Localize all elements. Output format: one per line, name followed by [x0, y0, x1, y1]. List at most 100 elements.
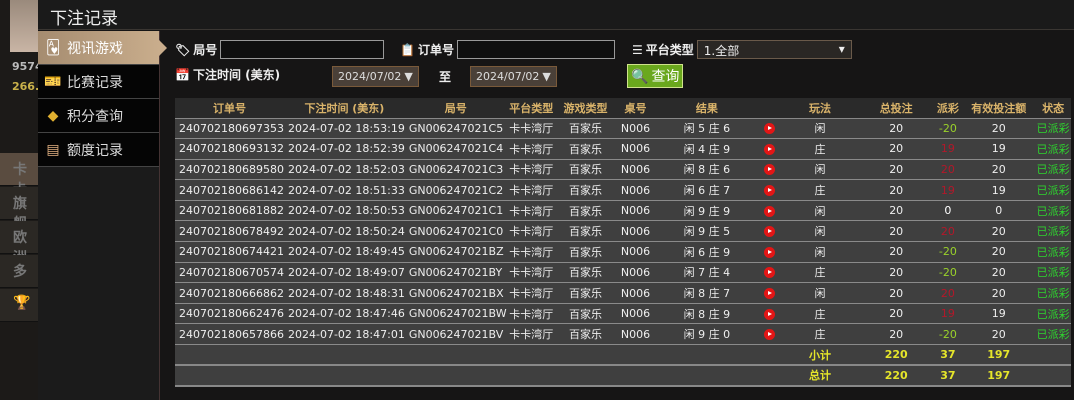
payout-cell: -20 — [933, 241, 963, 263]
cell: 庄 — [781, 323, 859, 346]
cell: 20 — [858, 220, 934, 243]
date-to: 2024/07/02 — [476, 70, 540, 83]
cell: 卡卡湾厅 — [506, 262, 556, 284]
cell: 卡卡湾厅 — [506, 159, 556, 181]
cell: 20 — [858, 118, 934, 140]
column-header: 桌号 — [615, 98, 656, 119]
subtotal-valid_bet: 197 — [962, 344, 1036, 367]
cell: 卡卡湾厅 — [506, 118, 556, 140]
caret-down-icon: ▼ — [542, 70, 551, 83]
cell: GN006247021C0 — [404, 220, 507, 243]
cell: 20 — [962, 262, 1036, 284]
sidebar-item-credit-records[interactable]: ▤ 额度记录 — [38, 133, 159, 167]
cell: GN006247021BZ — [404, 241, 507, 263]
cell: 19 — [962, 179, 1036, 201]
subtotal-label: 小计 — [781, 344, 859, 367]
cell: N006 — [615, 241, 656, 263]
play-video-icon[interactable] — [764, 205, 776, 217]
trophy-icon: 🏆 — [0, 289, 40, 322]
cell: 卡卡湾厅 — [506, 200, 556, 222]
status-cell: 已派彩 — [1035, 262, 1071, 284]
caret-down-icon: ▼ — [404, 70, 413, 83]
cell: 2024-07-02 18:47:46 — [283, 303, 405, 325]
play-video-icon[interactable] — [764, 226, 776, 238]
play-video-icon[interactable] — [764, 143, 776, 155]
bg-row: 卡卡 — [0, 153, 40, 198]
cell: 2024-07-02 18:49:07 — [283, 262, 405, 284]
cell: 2024-07-02 18:52:03 — [283, 159, 405, 181]
cell: 闲 9 庄 9 — [655, 200, 759, 222]
sidebar: 🂱 视讯游戏 🎫 比赛记录 ◆ 积分查询 ▤ 额度记录 — [38, 31, 167, 400]
order-input[interactable] — [456, 40, 615, 59]
play-video-icon[interactable] — [764, 185, 776, 197]
page-title: 下注记录 — [38, 0, 1074, 30]
points: 266. — [12, 80, 40, 93]
play-video-icon[interactable] — [764, 267, 776, 279]
cell: N006 — [615, 220, 656, 243]
cell: 卡卡湾厅 — [506, 323, 556, 346]
cell: 闲 4 庄 9 — [655, 138, 759, 160]
cell: GN006247021BV — [404, 323, 507, 346]
cell: 百家乐 — [555, 118, 616, 140]
cell: 20 — [858, 303, 934, 325]
cell: 240702180666862 — [175, 282, 284, 304]
avatar — [10, 0, 40, 52]
spacer — [1035, 365, 1071, 387]
cell: 20 — [962, 323, 1036, 346]
column-header: 订单号 — [175, 98, 284, 119]
table-row: 240702180689580 2024-07-02 18:52:03 GN0062… — [175, 159, 1071, 181]
play-video-icon[interactable] — [764, 164, 776, 176]
calendar-icon: 📅 — [175, 67, 190, 82]
table-row: 240702180686142 2024-07-02 18:51:33 GN0062… — [175, 179, 1071, 201]
payout-cell: 19 — [933, 138, 963, 160]
bg-row: 多 — [0, 255, 40, 288]
cell: 百家乐 — [555, 282, 616, 304]
date-to-picker[interactable]: 2024/07/02 ▼ — [470, 66, 557, 87]
payout-cell: -20 — [933, 262, 963, 284]
payout-cell: -20 — [933, 323, 963, 346]
platform-select[interactable]: 1.全部 ▾ — [696, 40, 852, 59]
search-button[interactable]: 🔍 查询 — [627, 64, 684, 88]
round-input[interactable] — [220, 40, 385, 59]
play-video-icon[interactable] — [764, 329, 776, 341]
sidebar-item-match-records[interactable]: 🎫 比赛记录 — [38, 65, 159, 99]
column-header: 总投注 — [858, 98, 934, 119]
cell: 240702180697353 — [175, 118, 284, 140]
cell: 2024-07-02 18:52:39 — [283, 138, 405, 160]
cell: 240702180674421 — [175, 241, 284, 263]
cell: 240702180681882 — [175, 200, 284, 222]
subtotal-total_bet: 220 — [858, 344, 934, 367]
cell: 240702180689580 — [175, 159, 284, 181]
video-cell — [758, 241, 782, 263]
cell: 卡卡湾厅 — [506, 179, 556, 201]
video-cell — [758, 118, 782, 140]
play-video-icon[interactable] — [764, 123, 776, 135]
cell: 0 — [962, 200, 1036, 222]
list-icon: ☰ — [632, 42, 643, 57]
date-from: 2024/07/02 — [338, 70, 402, 83]
cell: 2024-07-02 18:49:45 — [283, 241, 405, 263]
sidebar-item-points[interactable]: ◆ 积分查询 — [38, 99, 159, 133]
cell: 闲 6 庄 7 — [655, 179, 759, 201]
total-label: 总计 — [781, 365, 859, 387]
status-cell: 已派彩 — [1035, 118, 1071, 140]
sidebar-item-label: 额度记录 — [67, 142, 123, 159]
sidebar-item-live-games[interactable]: 🂱 视讯游戏 — [38, 31, 167, 65]
cell: 20 — [858, 262, 934, 284]
background-page: 9574 266. 卡卡 旗舰 欧洲 多 🏆 — [0, 0, 40, 400]
date-from-picker[interactable]: 2024/07/02 ▼ — [332, 66, 419, 87]
play-video-icon[interactable] — [764, 288, 776, 300]
cell: 20 — [962, 220, 1036, 243]
play-video-icon[interactable] — [764, 308, 776, 320]
cell: 19 — [962, 303, 1036, 325]
cell: GN006247021BW — [404, 303, 507, 325]
cell: 240702180678492 — [175, 220, 284, 243]
cell: 2024-07-02 18:47:01 — [283, 323, 405, 346]
payout-cell: 20 — [933, 282, 963, 304]
cell: N006 — [615, 282, 656, 304]
play-video-icon[interactable] — [764, 246, 776, 258]
to-label: 至 — [439, 70, 452, 84]
ticket-icon: 🎫 — [44, 73, 62, 90]
cell: GN006247021BX — [404, 282, 507, 304]
search-label: 查询 — [651, 68, 680, 84]
